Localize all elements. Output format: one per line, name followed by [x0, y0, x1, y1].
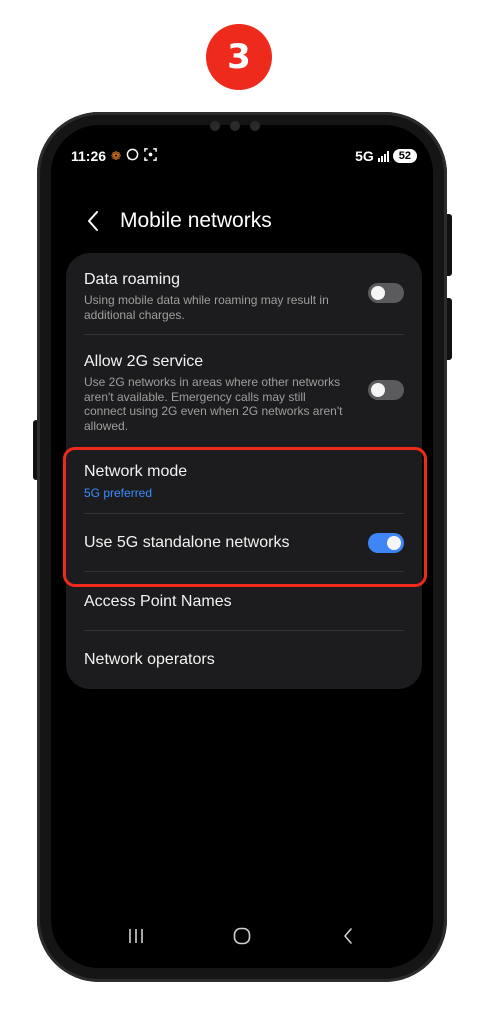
home-button[interactable] — [227, 923, 257, 949]
network-mode-value: 5G preferred — [84, 486, 153, 500]
chevron-left-icon — [88, 211, 98, 231]
access-point-names-title: Access Point Names — [84, 593, 232, 610]
network-operators-title: Network operators — [84, 651, 215, 668]
allow-2g-toggle[interactable] — [368, 380, 404, 400]
notification-icon: ❁ — [111, 149, 122, 163]
battery-level: 52 — [398, 150, 411, 162]
app-header: Mobile networks — [84, 204, 272, 238]
network-mode-row[interactable]: Network mode 5G preferred — [84, 462, 404, 500]
status-time: 11:26 — [71, 148, 107, 164]
status-right: 5G 52 — [355, 148, 417, 164]
battery-icon: 52 — [392, 149, 417, 163]
page-title: Mobile networks — [120, 209, 272, 232]
signal-icon — [377, 150, 389, 162]
standalone-5g-title: Use 5G standalone networks — [84, 534, 290, 551]
navigation-bar — [51, 915, 433, 955]
recents-button[interactable] — [121, 923, 151, 949]
standalone-5g-toggle[interactable] — [368, 533, 404, 553]
network-operators-row[interactable]: Network operators — [84, 650, 404, 670]
back-nav-button[interactable] — [333, 923, 363, 949]
access-point-names-row[interactable]: Access Point Names — [84, 592, 404, 612]
data-roaming-title: Data roaming — [84, 271, 181, 288]
network-type: 5G — [355, 148, 374, 164]
allow-2g-description: Use 2G networks in areas where other net… — [84, 375, 343, 433]
status-bar: 11:26 ❁ 5G 52 — [71, 148, 417, 168]
camera-cutout — [210, 121, 260, 131]
standalone-5g-row[interactable]: Use 5G standalone networks — [84, 533, 404, 553]
data-roaming-description: Using mobile data while roaming may resu… — [84, 293, 329, 322]
back-button[interactable] — [84, 206, 102, 236]
whatsapp-icon — [126, 148, 139, 164]
status-left: 11:26 ❁ — [71, 148, 157, 164]
divider — [84, 513, 404, 514]
stage: 3 11:26 ❁ 5G 52 Mobile networks Data roa… — [0, 0, 486, 1024]
network-mode-title: Network mode — [84, 463, 188, 480]
screenshot-icon — [144, 148, 157, 164]
data-roaming-row[interactable]: Data roaming Using mobile data while roa… — [84, 270, 404, 322]
home-icon — [233, 927, 251, 945]
divider — [84, 571, 404, 572]
divider — [84, 334, 404, 335]
step-badge: 3 — [206, 24, 272, 90]
settings-card: Data roaming Using mobile data while roa… — [66, 253, 422, 689]
allow-2g-title: Allow 2G service — [84, 353, 204, 370]
recents-icon — [129, 929, 143, 943]
allow-2g-row[interactable]: Allow 2G service Use 2G networks in area… — [84, 352, 404, 433]
back-icon — [344, 928, 352, 944]
data-roaming-toggle[interactable] — [368, 283, 404, 303]
divider — [84, 630, 404, 631]
